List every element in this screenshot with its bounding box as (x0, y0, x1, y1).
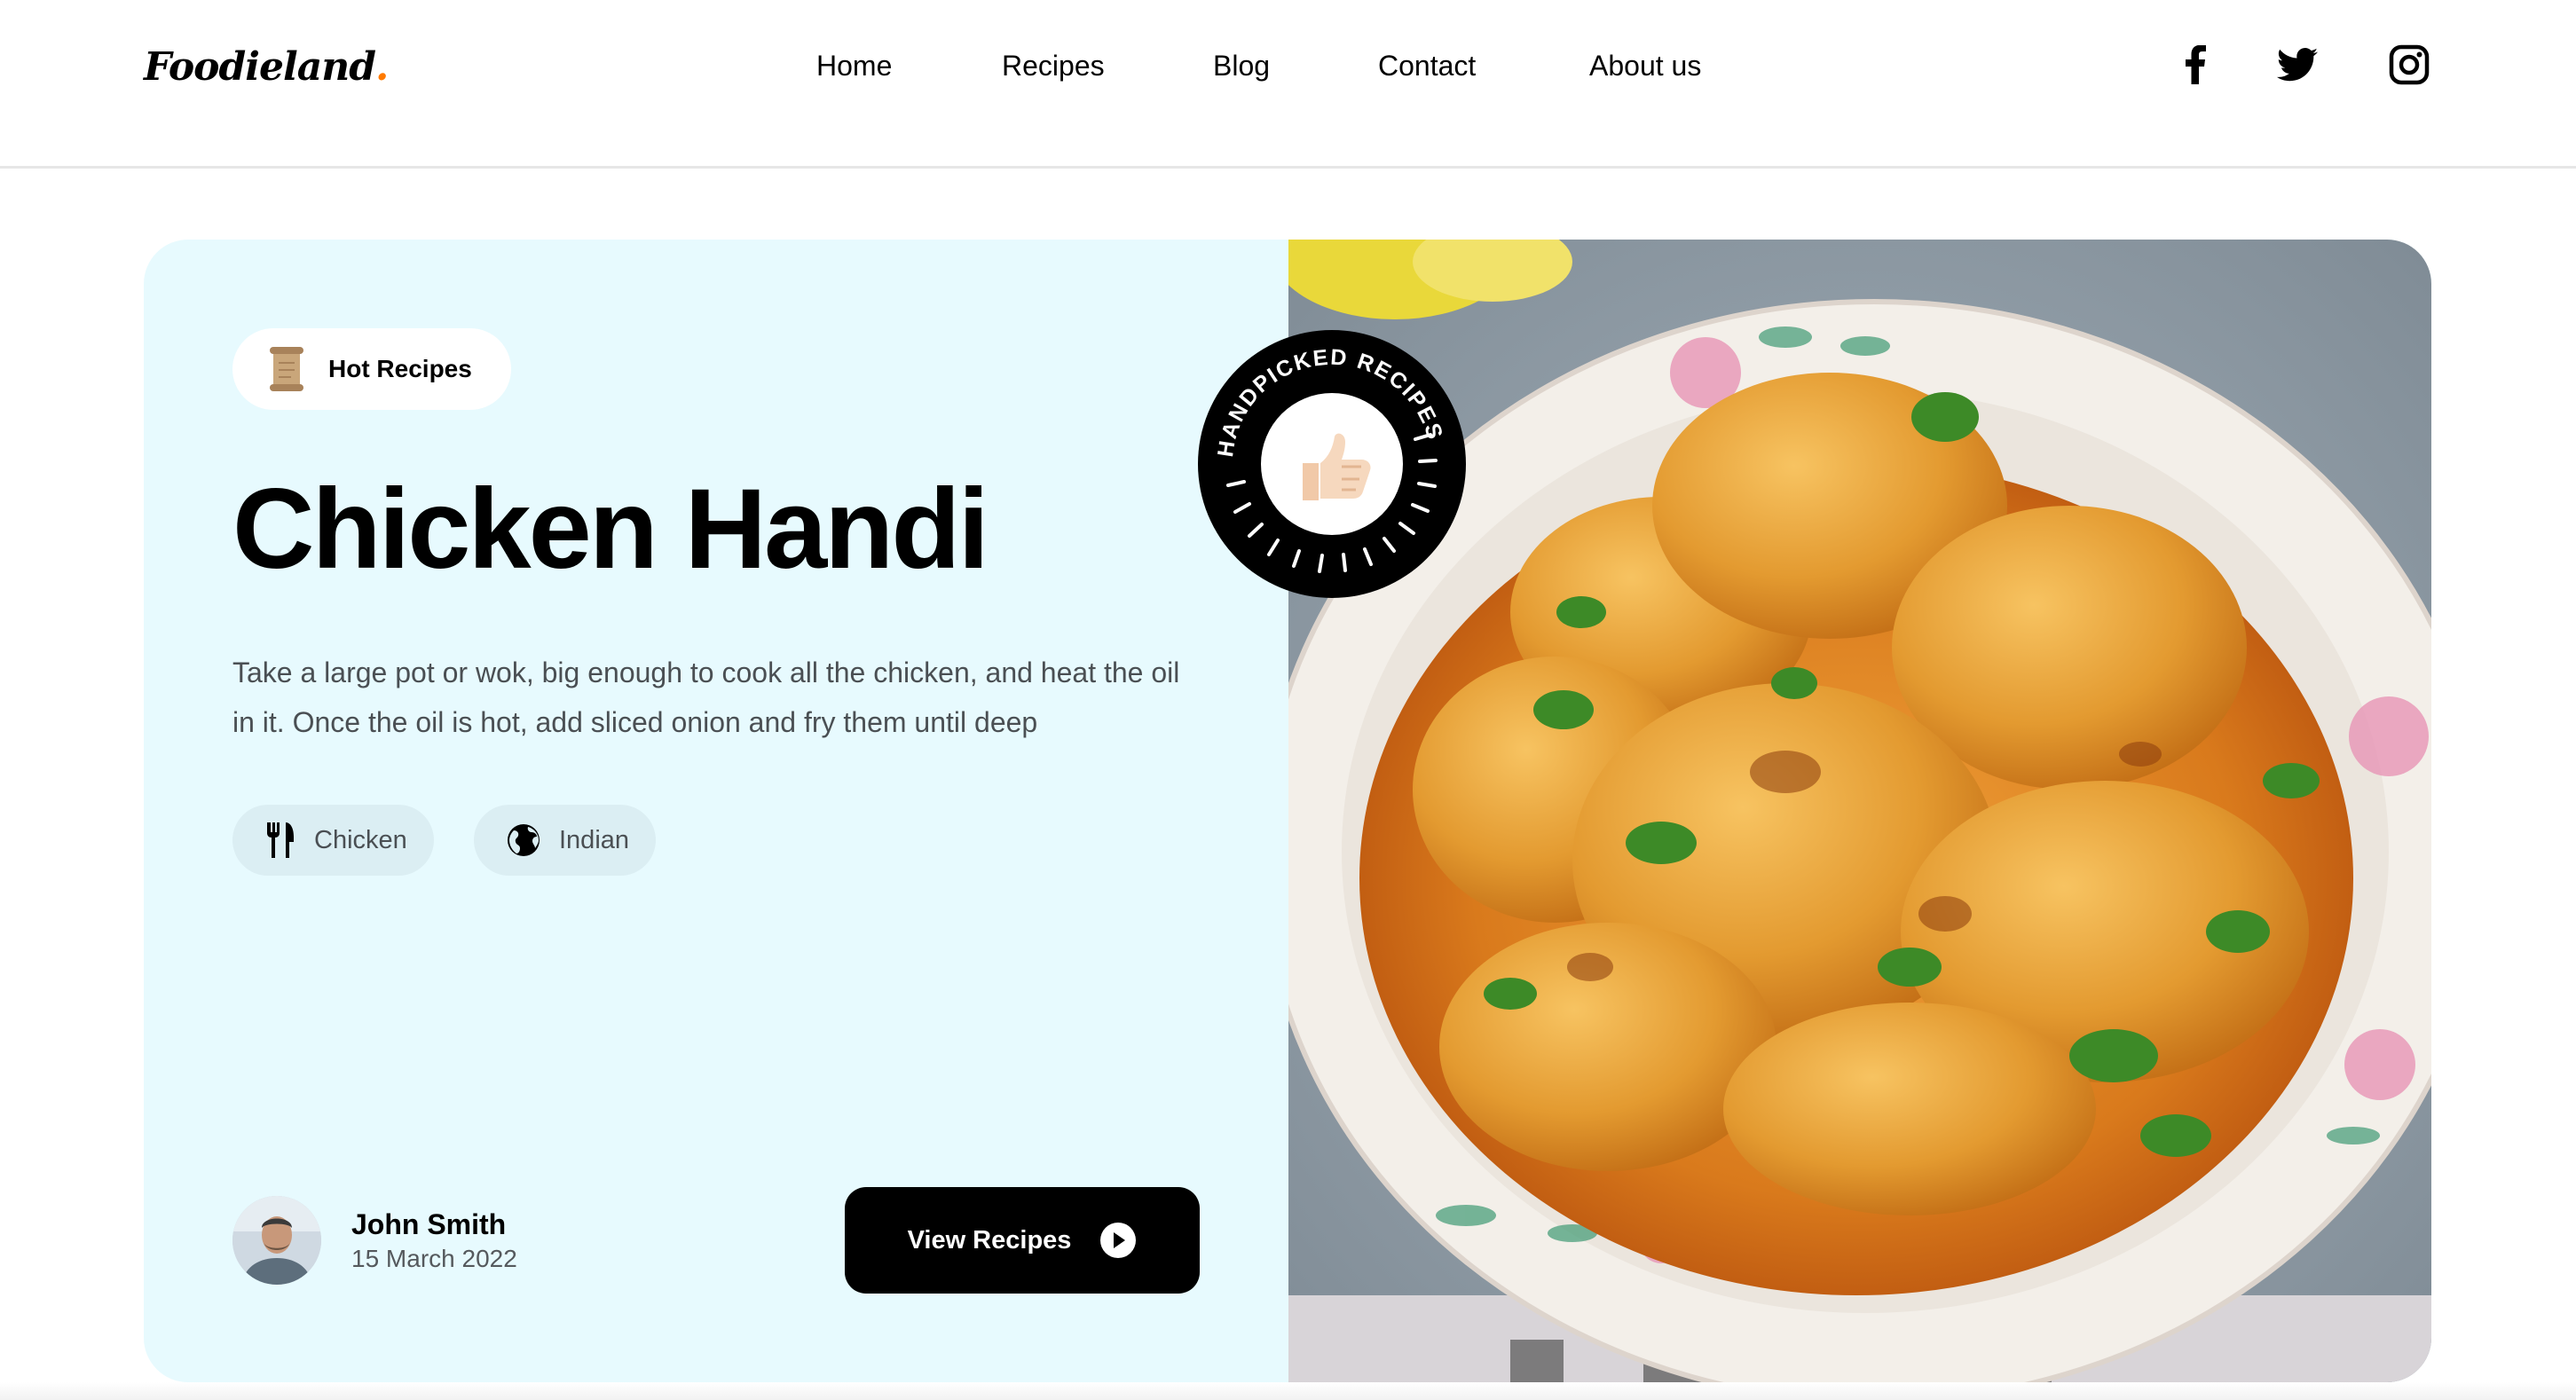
globe-icon (508, 824, 540, 856)
tag-chip-chicken[interactable]: Chicken (232, 805, 434, 876)
badge-label: Hot Recipes (328, 355, 472, 382)
twitter-icon[interactable] (2273, 41, 2321, 89)
site-header: Foodieland. Home Recipes Blog Contact Ab… (0, 0, 2576, 169)
instagram-icon[interactable] (2385, 41, 2433, 89)
facebook-icon[interactable] (2171, 41, 2219, 89)
post-date: 15 March 2022 (351, 1244, 517, 1272)
author-info: John Smith 15 March 2022 (351, 1208, 517, 1273)
tag-chip-indian[interactable]: Indian (474, 805, 657, 876)
author-name: John Smith (351, 1207, 507, 1240)
tag-label: Indian (559, 825, 630, 854)
recipe-title: Chicken Handi (232, 466, 989, 593)
section-divider (0, 1382, 2576, 1400)
view-recipes-label: View Recipes (907, 1225, 1072, 1254)
play-icon (1100, 1223, 1137, 1258)
author-block: John Smith 15 March 2022 (232, 1196, 517, 1285)
nav-contact[interactable]: Contact (1378, 50, 1476, 83)
view-recipes-button[interactable]: View Recipes (845, 1187, 1200, 1294)
tag-label: Chicken (314, 825, 407, 854)
nav-blog[interactable]: Blog (1213, 50, 1270, 83)
hot-recipes-badge: Hot Recipes (232, 328, 511, 410)
fork-knife-icon (267, 822, 294, 858)
nav-recipes[interactable]: Recipes (1002, 50, 1105, 83)
scroll-icon (270, 347, 303, 391)
handpicked-stamp: HANDPICKED RECIPES (1198, 330, 1466, 598)
nav-about-us[interactable]: About us (1589, 50, 1701, 83)
avatar (232, 1196, 321, 1285)
nav-home[interactable]: Home (816, 50, 892, 83)
hero-card: Hot Recipes Chicken Handi Take a large p… (144, 240, 2431, 1382)
recipe-description: Take a large pot or wok, big enough to c… (232, 657, 1180, 738)
